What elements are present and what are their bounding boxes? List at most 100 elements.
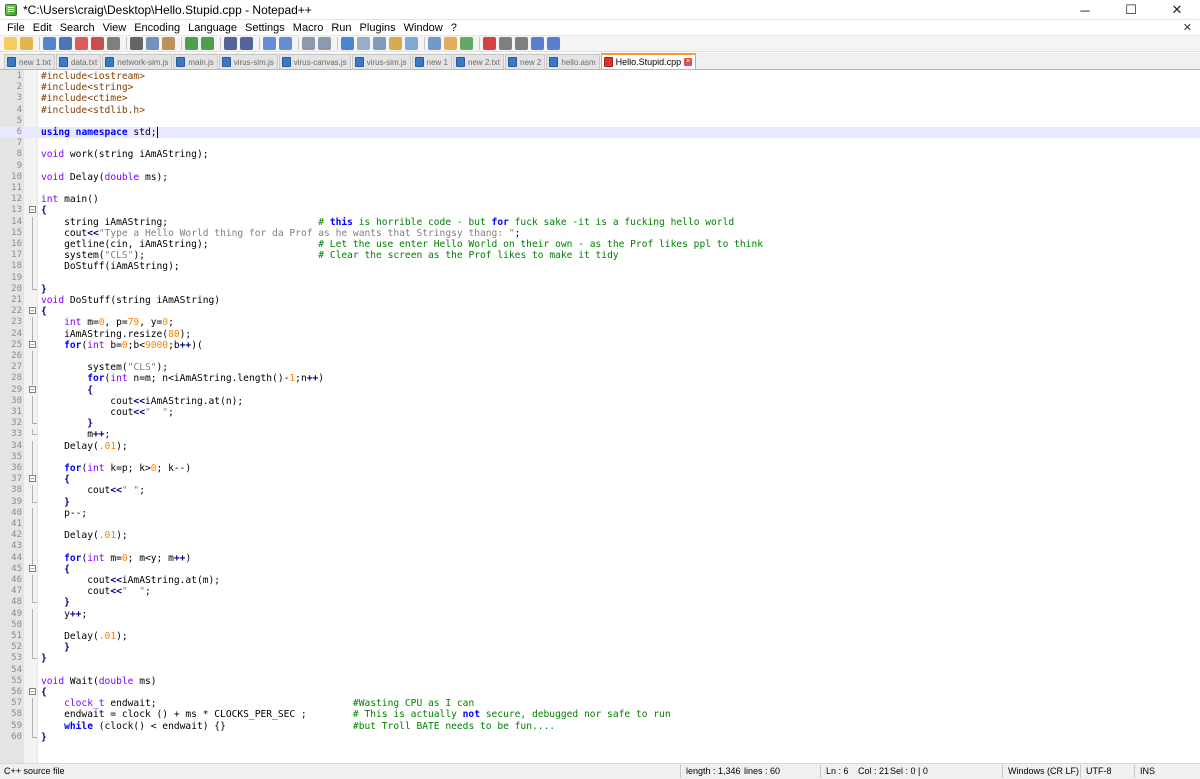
code-line[interactable]: 48 }: [0, 597, 1200, 608]
code-line[interactable]: 56−{: [0, 687, 1200, 698]
code-line[interactable]: 58 endwait = clock () + ms * CLOCKS_PER_…: [0, 709, 1200, 722]
close-window-button[interactable]: ✕: [1154, 0, 1200, 20]
monitor-icon[interactable]: [460, 37, 473, 50]
record-macro-icon[interactable]: [483, 37, 496, 50]
menu-encoding[interactable]: Encoding: [130, 22, 184, 34]
tab-new-1[interactable]: new 1: [411, 54, 452, 69]
tab-virus-canvas-js[interactable]: virus-canvas.js: [278, 54, 351, 69]
code-line[interactable]: 26: [0, 351, 1200, 363]
code-line[interactable]: 6 using namespace std;: [0, 127, 1200, 139]
code-line[interactable]: 27 system("CLS");: [0, 362, 1200, 375]
code-line[interactable]: 28 for(int n=m; n<iAmAString.length()-1;…: [0, 373, 1200, 386]
code-line[interactable]: 29− {: [0, 385, 1200, 396]
menu-search[interactable]: Search: [56, 22, 99, 34]
find-icon[interactable]: [224, 37, 237, 50]
code-line[interactable]: 10 void Delay(double ms);: [0, 172, 1200, 183]
code-line[interactable]: 4 #include<stdlib.h>: [0, 105, 1200, 116]
code-line[interactable]: 9: [0, 161, 1200, 172]
menu-plugins[interactable]: Plugins: [356, 22, 400, 34]
code-line[interactable]: 24 iAmAString.resize(80);: [0, 328, 1200, 341]
fold-toggle-icon[interactable]: −: [27, 306, 38, 317]
code-line[interactable]: 33 m++;: [0, 429, 1200, 440]
menu-language[interactable]: Language: [184, 22, 241, 34]
code-line[interactable]: 52 }: [0, 642, 1200, 655]
code-line[interactable]: 23 int m=0, p=79, y=0;: [0, 317, 1200, 330]
code-line[interactable]: 16 getline(cin, iAmAString); # Let the u…: [0, 239, 1200, 251]
code-line[interactable]: 17 system("CLS"); # Clear the screen as …: [0, 250, 1200, 263]
save-all-icon[interactable]: [59, 37, 72, 50]
open-file-icon[interactable]: [20, 37, 33, 50]
replace-icon[interactable]: [240, 37, 253, 50]
sync-vertical-icon[interactable]: [302, 37, 315, 50]
code-line[interactable]: 41: [0, 519, 1200, 531]
code-line[interactable]: 22−{: [0, 306, 1200, 317]
menu-settings[interactable]: Settings: [241, 22, 289, 34]
code-line[interactable]: 32 }: [0, 418, 1200, 429]
minimize-button[interactable]: ─: [1062, 0, 1108, 20]
notepadpp-icon[interactable]: [5, 3, 17, 16]
cut-icon[interactable]: [130, 37, 143, 50]
zoom-out-icon[interactable]: [279, 37, 292, 50]
menu-run[interactable]: Run: [327, 22, 355, 34]
code-line[interactable]: 39 }: [0, 496, 1200, 508]
tab-virus-sim-js[interactable]: virus-sim.js: [351, 54, 411, 69]
redo-icon[interactable]: [201, 37, 214, 50]
code-line[interactable]: 1 #include<iostream>: [0, 71, 1200, 82]
tab-new-1-txt[interactable]: new 1.txt: [4, 54, 56, 69]
tab-network-sim-js[interactable]: network-sim.js: [102, 54, 173, 69]
code-line[interactable]: 15 cout<<"Type a Hello World thing for d…: [0, 227, 1200, 240]
code-line[interactable]: 12 int main(): [0, 194, 1200, 205]
tab-close-icon[interactable]: ×: [684, 58, 693, 66]
code-line[interactable]: 60}: [0, 731, 1200, 743]
tab-data-txt[interactable]: data.txt: [56, 54, 102, 69]
code-line[interactable]: 44 for(int m=0; m<y; m++): [0, 552, 1200, 565]
code-line[interactable]: 3 #include<ctime>: [0, 93, 1200, 104]
code-line[interactable]: 37− {: [0, 474, 1200, 485]
close-document-button[interactable]: ✕: [1183, 21, 1192, 34]
tab-hello-stupid-cpp[interactable]: Hello.Stupid.cpp ×: [600, 53, 697, 69]
folder-icon[interactable]: [444, 37, 457, 50]
fold-toggle-icon[interactable]: −: [27, 687, 38, 698]
code-line[interactable]: 51 Delay(.01);: [0, 631, 1200, 643]
code-line[interactable]: 25− for(int b=0;b<9000;b++)(: [0, 340, 1200, 351]
code-line[interactable]: 46 cout<<iAmAString.at(m);: [0, 575, 1200, 587]
close-all-icon[interactable]: [91, 37, 104, 50]
copy-icon[interactable]: [146, 37, 159, 50]
status-encoding[interactable]: UTF-8: [1086, 766, 1112, 776]
code-line[interactable]: 53}: [0, 653, 1200, 664]
status-eol[interactable]: Windows (CR LF): [1008, 766, 1079, 776]
doc-map-icon[interactable]: [405, 37, 418, 50]
menu-file[interactable]: File: [3, 22, 29, 34]
code-editor[interactable]: 1 #include<iostream> 2 #include<string> 3 #in…: [0, 70, 1200, 763]
code-line[interactable]: 5: [0, 116, 1200, 127]
tab-new-2-txt[interactable]: new 2.txt: [453, 54, 505, 69]
code-line[interactable]: 36 for(int k=p; k>0; k--): [0, 463, 1200, 475]
code-line[interactable]: 54: [0, 665, 1200, 676]
new-file-icon[interactable]: [4, 37, 17, 50]
code-line[interactable]: 31 cout<<" ";: [0, 407, 1200, 419]
fold-toggle-icon[interactable]: −: [27, 385, 38, 396]
show-all-chars-icon[interactable]: [357, 37, 370, 50]
code-line[interactable]: 50: [0, 619, 1200, 632]
code-line[interactable]: 30 cout<<iAmAString.at(n);: [0, 395, 1200, 408]
code-line[interactable]: 11: [0, 183, 1200, 194]
maximize-button[interactable]: ☐: [1108, 0, 1154, 20]
code-line[interactable]: 14 string iAmAString; # this is horrible…: [0, 216, 1200, 229]
code-line[interactable]: 8 void work(string iAmAString);: [0, 149, 1200, 160]
fold-toggle-icon[interactable]: −: [27, 205, 38, 216]
code-line[interactable]: 13−{: [0, 205, 1200, 216]
code-line[interactable]: 20}: [0, 283, 1200, 295]
code-line[interactable]: 57 clock_t endwait; #Wasting CPU as I ca…: [0, 698, 1200, 711]
fold-toggle-icon[interactable]: −: [27, 340, 38, 351]
code-line[interactable]: 40 p--;: [0, 507, 1200, 520]
play-multiple-icon[interactable]: [531, 37, 544, 50]
code-line[interactable]: 21 void DoStuff(string iAmAString): [0, 295, 1200, 306]
code-line[interactable]: 43: [0, 541, 1200, 554]
code-line[interactable]: 45− {: [0, 564, 1200, 575]
status-insert-mode[interactable]: INS: [1140, 766, 1155, 776]
code-line[interactable]: 7: [0, 138, 1200, 149]
stop-record-icon[interactable]: [499, 37, 512, 50]
fold-toggle-icon[interactable]: −: [27, 564, 38, 575]
fold-toggle-icon[interactable]: −: [27, 474, 38, 485]
word-wrap-icon[interactable]: [341, 37, 354, 50]
